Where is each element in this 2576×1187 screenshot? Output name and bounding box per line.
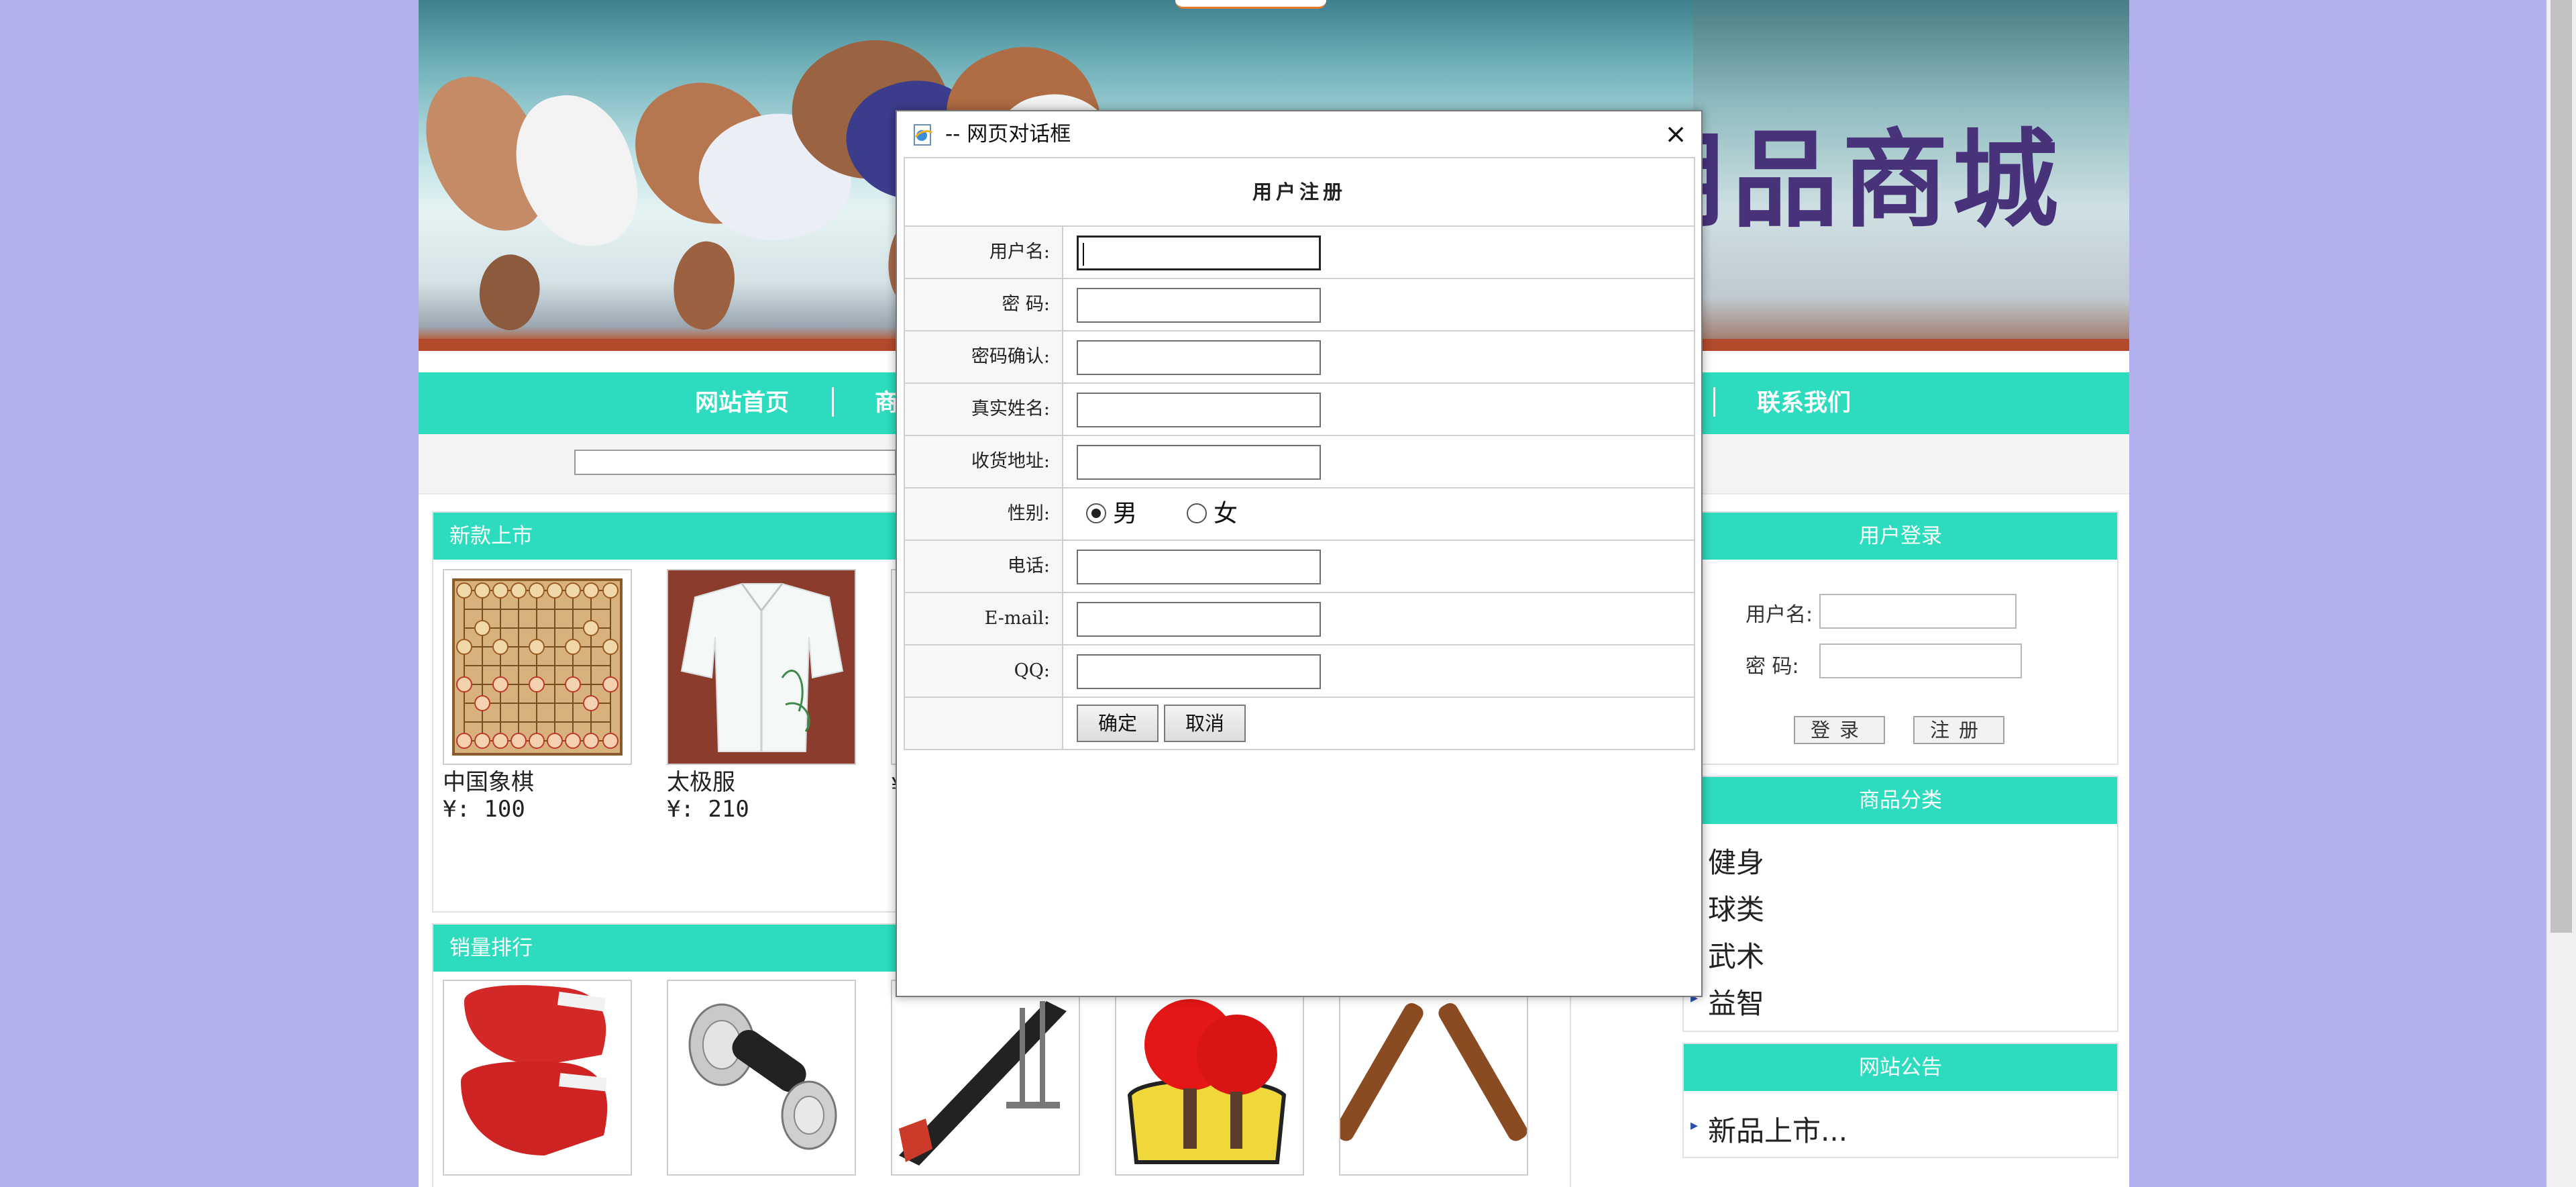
- dumbbell-icon: [688, 1003, 837, 1150]
- category-item[interactable]: 健身: [1708, 840, 1764, 881]
- nunchucks-icon: [1340, 982, 1527, 1141]
- password-input[interactable]: [1077, 288, 1321, 323]
- form-row-gender: 性别: 男 女: [905, 488, 1694, 541]
- password-label: 密 码:: [905, 279, 1063, 330]
- notice-item[interactable]: 新品上市...: [1708, 1108, 1847, 1149]
- chess-board-icon: [452, 578, 623, 756]
- dialog-title: -- 网页对话框: [945, 122, 1071, 146]
- scrollbar-thumb[interactable]: [2551, 0, 2572, 933]
- gender-male-label[interactable]: 男: [1113, 488, 1137, 539]
- login-title: 用户登录: [1684, 513, 2117, 560]
- product-card[interactable]: [667, 980, 856, 1176]
- text-caret: [1083, 243, 1084, 266]
- form-row-confirm-password: 密码确认:: [905, 331, 1694, 384]
- product-card[interactable]: [1115, 980, 1304, 1176]
- product-name[interactable]: 中国象棋: [443, 769, 632, 796]
- form-row-password: 密 码:: [905, 279, 1694, 331]
- gender-female-label[interactable]: 女: [1214, 488, 1238, 539]
- product-image-dumbbell[interactable]: [667, 980, 856, 1176]
- confirm-password-input[interactable]: [1077, 340, 1321, 375]
- product-name[interactable]: 太极服: [667, 769, 856, 796]
- register-button[interactable]: 注册: [1913, 716, 2004, 744]
- ie-page-icon: [914, 124, 933, 146]
- nav-products[interactable]: 商: [875, 372, 898, 434]
- product-image-taiji-suit[interactable]: [667, 569, 856, 765]
- banner-tab-decoration: [1175, 0, 1326, 9]
- product-price: ¥: 100: [443, 796, 525, 823]
- taiji-suit-icon: [668, 570, 855, 764]
- search-input[interactable]: [574, 450, 896, 475]
- product-card[interactable]: [443, 980, 632, 1176]
- product-card[interactable]: [1339, 980, 1528, 1176]
- form-row-real-name: 真实姓名:: [905, 384, 1694, 436]
- address-input[interactable]: [1077, 445, 1321, 480]
- register-form: 用户注册 用户名: 密 码: 密码确认: 真实姓名: 收货地址: 性别: 男 女: [904, 157, 1695, 750]
- form-row-qq: QQ:: [905, 646, 1694, 698]
- form-row-username: 用户名:: [905, 227, 1694, 279]
- login-username-label: 用户名:: [1746, 603, 1813, 627]
- confirm-password-label: 密码确认:: [905, 331, 1063, 382]
- product-image-boxing-gloves[interactable]: [443, 980, 632, 1176]
- form-row-address: 收货地址:: [905, 436, 1694, 488]
- dialog-titlebar[interactable]: -- 网页对话框 ×: [897, 111, 1701, 157]
- notice-title: 网站公告: [1684, 1044, 2117, 1091]
- confirm-button[interactable]: 确定: [1077, 705, 1159, 742]
- login-password-input[interactable]: [1819, 643, 2022, 678]
- cancel-button[interactable]: 取消: [1164, 705, 1246, 742]
- form-row-phone: 电话:: [905, 541, 1694, 593]
- login-password-label: 密 码:: [1746, 655, 1799, 678]
- nav-contact[interactable]: 联系我们: [1757, 372, 1851, 434]
- product-image-nunchucks[interactable]: [1339, 980, 1528, 1176]
- login-panel: 用户登录: [1682, 511, 2118, 765]
- gender-female-radio[interactable]: [1187, 503, 1207, 523]
- username-input[interactable]: [1077, 236, 1321, 270]
- actions-label-cell: [905, 698, 1063, 749]
- product-image-sit-up-bench[interactable]: [891, 980, 1080, 1176]
- form-row-actions: 确定 取消: [905, 698, 1694, 749]
- boxing-gloves-icon: [461, 985, 608, 1155]
- category-item[interactable]: 武术: [1708, 934, 1764, 975]
- product-price: ¥: 210: [667, 796, 749, 823]
- qq-input[interactable]: [1077, 654, 1321, 689]
- login-button[interactable]: 登录: [1794, 716, 1885, 744]
- qq-label: QQ:: [905, 646, 1063, 696]
- form-row-email: E-mail:: [905, 593, 1694, 646]
- categories-title: 商品分类: [1684, 777, 2117, 824]
- gender-label: 性别:: [905, 488, 1063, 539]
- address-label: 收货地址:: [905, 436, 1063, 487]
- window-scrollbar[interactable]: [2546, 0, 2576, 1187]
- sit-up-bench-icon: [899, 1001, 1067, 1166]
- form-title: 用户注册: [905, 158, 1694, 227]
- email-input[interactable]: [1077, 602, 1321, 637]
- username-label: 用户名:: [905, 227, 1063, 278]
- product-image-ping-pong-paddles[interactable]: [1115, 980, 1304, 1176]
- product-card[interactable]: [891, 980, 1080, 1176]
- category-item[interactable]: 球类: [1708, 887, 1764, 928]
- product-image-chess[interactable]: [443, 569, 632, 765]
- nav-home[interactable]: 网站首页: [695, 372, 789, 434]
- bullet-icon: ▸: [1690, 1117, 1699, 1134]
- close-icon[interactable]: ×: [1660, 118, 1692, 150]
- ping-pong-paddle-icon: [1127, 999, 1287, 1164]
- phone-label: 电话:: [905, 541, 1063, 592]
- phone-input[interactable]: [1077, 550, 1321, 584]
- real-name-input[interactable]: [1077, 393, 1321, 427]
- register-dialog: -- 网页对话框 × 用户注册 用户名: 密 码: 密码确认: 真实姓名: 收货…: [896, 110, 1703, 997]
- real-name-label: 真实姓名:: [905, 384, 1063, 435]
- category-item[interactable]: 益智: [1708, 981, 1764, 1022]
- product-card[interactable]: 太极服 ¥: 210: [667, 569, 856, 823]
- login-username-input[interactable]: [1819, 594, 2017, 629]
- product-card[interactable]: 中国象棋 ¥: 100: [443, 569, 632, 823]
- gender-male-radio[interactable]: [1086, 503, 1106, 523]
- email-label: E-mail:: [905, 593, 1063, 644]
